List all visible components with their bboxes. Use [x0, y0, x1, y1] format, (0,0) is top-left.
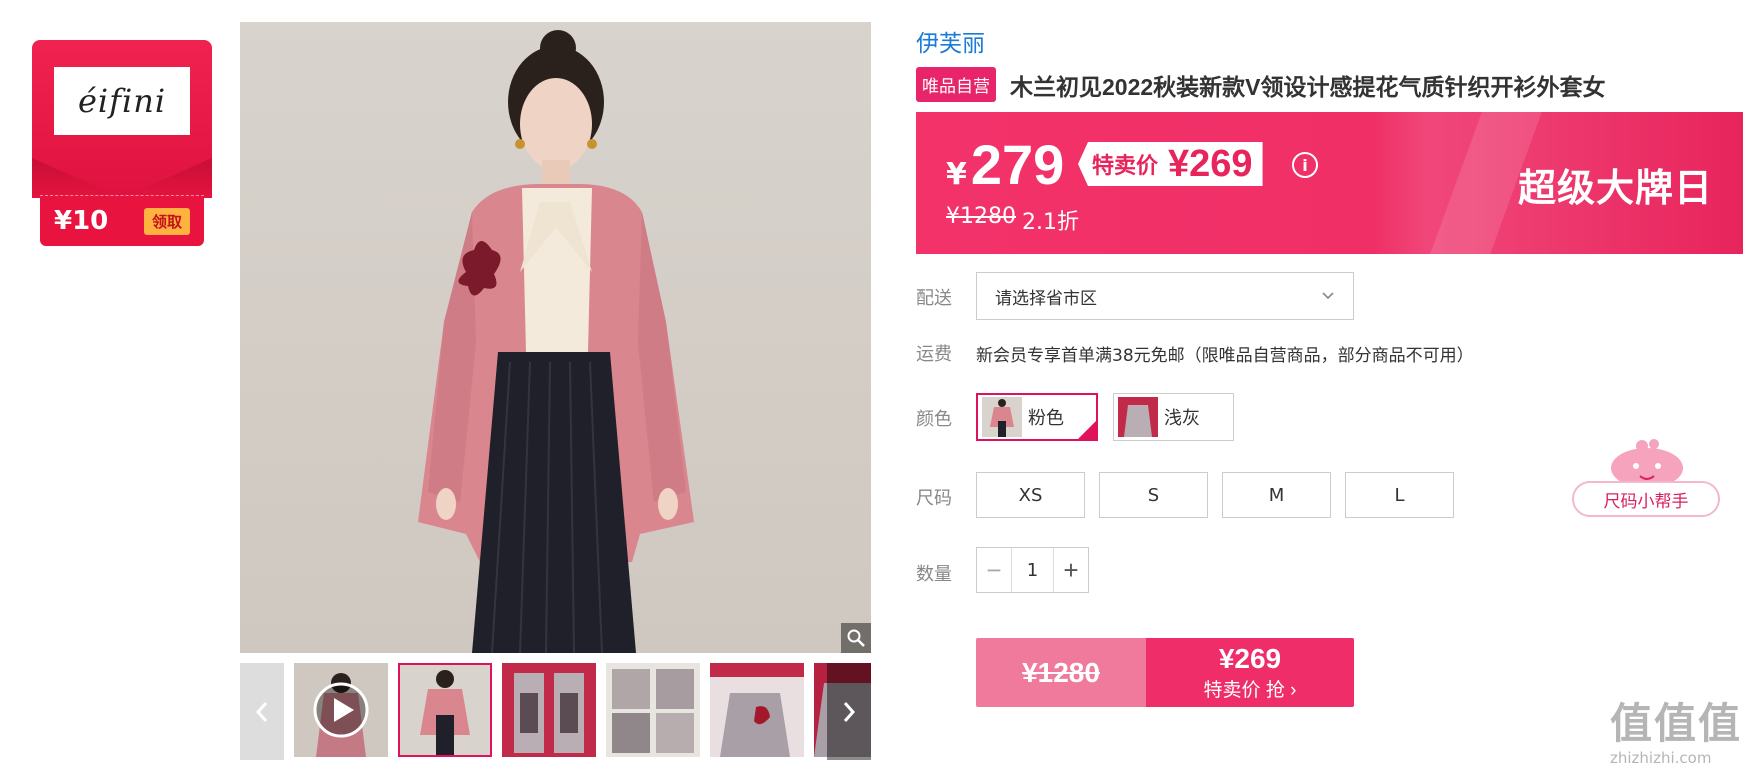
color-swatch-pink: [982, 397, 1022, 437]
buy-original-price: ¥1280: [976, 638, 1146, 707]
quantity-label: 数量: [916, 564, 952, 585]
region-select-placeholder: 请选择省市区: [995, 288, 1097, 309]
brand-logo[interactable]: éifini: [54, 67, 190, 135]
sale-price-value: ¥269: [1168, 142, 1253, 185]
size-option-s[interactable]: S: [1099, 472, 1208, 518]
size-option-l[interactable]: L: [1345, 472, 1454, 518]
discount-rate: 2.1折: [1022, 210, 1079, 235]
thumb-image: [400, 665, 490, 755]
color-option-lightgray[interactable]: 浅灰: [1113, 393, 1234, 441]
coupon-amount: ¥10: [54, 206, 109, 236]
watermark-url: zhizhizhi.com: [1610, 749, 1712, 767]
thumb-prev-button[interactable]: [240, 663, 284, 760]
quantity-increase-button[interactable]: +: [1053, 548, 1088, 592]
brand-logo-text: éifini: [77, 82, 167, 120]
chevron-down-icon: [1322, 292, 1334, 300]
size-label: 尺码: [916, 488, 952, 509]
promo-banner-text: 超级大牌日: [1517, 166, 1713, 210]
thumbnail-3[interactable]: [502, 663, 596, 757]
current-price: ¥ 279: [946, 132, 1064, 197]
buy-sale-area: ¥269 特卖价 抢 ›: [1146, 638, 1354, 707]
coupon-strip: ¥10 领取: [40, 195, 204, 246]
thumb-image: [502, 663, 596, 757]
shipping-info: 新会员专享首单满38元免邮（限唯品自营商品，部分商品不可用）: [976, 346, 1474, 366]
region-select[interactable]: 请选择省市区: [976, 272, 1354, 320]
buy-now-button[interactable]: ¥1280 ¥269 特卖价 抢 ›: [976, 638, 1354, 707]
sale-price-label: 特卖价: [1092, 154, 1159, 179]
size-option-m[interactable]: M: [1222, 472, 1331, 518]
product-title: 木兰初见2022秋装新款V领设计感提花气质针织开衫外套女: [1010, 73, 1606, 100]
swatch-image: [1118, 397, 1158, 437]
thumb-image: [606, 663, 700, 757]
title-row: 唯品自营 木兰初见2022秋装新款V领设计感提花气质针织开衫外套女: [916, 67, 1606, 102]
thumbnail-4[interactable]: [606, 663, 700, 757]
zoom-button[interactable]: [841, 623, 871, 653]
brand-coupon-card[interactable]: éifini ¥10 领取: [32, 40, 212, 246]
thumb-image: [710, 663, 804, 757]
thumbnail-5[interactable]: [710, 663, 804, 757]
thumb-image: [294, 663, 388, 757]
size-helper-button[interactable]: 尺码小帮手: [1572, 481, 1720, 517]
main-product-image[interactable]: [240, 22, 871, 653]
price-info-icon[interactable]: i: [1292, 152, 1318, 178]
chevron-right-icon: [843, 701, 856, 722]
thumbnail-2[interactable]: [398, 663, 492, 757]
site-watermark: 值值值 zhizhizhi.com: [1610, 690, 1760, 775]
size-helper[interactable]: 尺码小帮手: [1572, 438, 1720, 520]
chevron-left-icon: [255, 701, 268, 722]
sale-price-tag: 特卖价 ¥269: [1078, 142, 1263, 186]
currency-symbol: ¥: [946, 157, 967, 192]
quantity-decrease-button[interactable]: −: [977, 548, 1012, 592]
magnifier-icon: [847, 629, 865, 647]
delivery-label: 配送: [916, 288, 952, 309]
color-label: 颜色: [916, 409, 952, 430]
selected-check-icon: [1078, 421, 1096, 439]
color-option-pink[interactable]: 粉色: [976, 393, 1098, 441]
price-banner: ¥ 279 特卖价 ¥269 i ¥1280 2.1折 超级大牌日: [916, 112, 1743, 254]
buy-sale-price: ¥269: [1218, 643, 1282, 674]
buy-label: 特卖价 抢 ›: [1203, 680, 1297, 701]
thumbnail-strip: [240, 663, 871, 760]
brand-link[interactable]: 伊芙丽: [916, 24, 985, 58]
quantity-value[interactable]: 1: [1012, 548, 1053, 592]
size-option-xs[interactable]: XS: [976, 472, 1085, 518]
product-photo: [418, 30, 694, 653]
original-price: ¥1280: [946, 204, 1016, 229]
self-operated-badge: 唯品自营: [916, 67, 996, 102]
color-option-label: 浅灰: [1164, 408, 1200, 429]
current-price-value: 279: [970, 133, 1065, 196]
claim-coupon-button[interactable]: 领取: [143, 207, 190, 235]
thumb-next-button[interactable]: [827, 663, 871, 760]
shipping-label: 运费: [916, 344, 952, 365]
quantity-stepper: − 1 +: [976, 547, 1089, 593]
swatch-image: [982, 397, 1022, 437]
thumbnail-video[interactable]: [294, 663, 388, 757]
color-swatch-lightgray: [1118, 397, 1158, 437]
watermark-glyphs: 值值值: [1610, 699, 1743, 748]
